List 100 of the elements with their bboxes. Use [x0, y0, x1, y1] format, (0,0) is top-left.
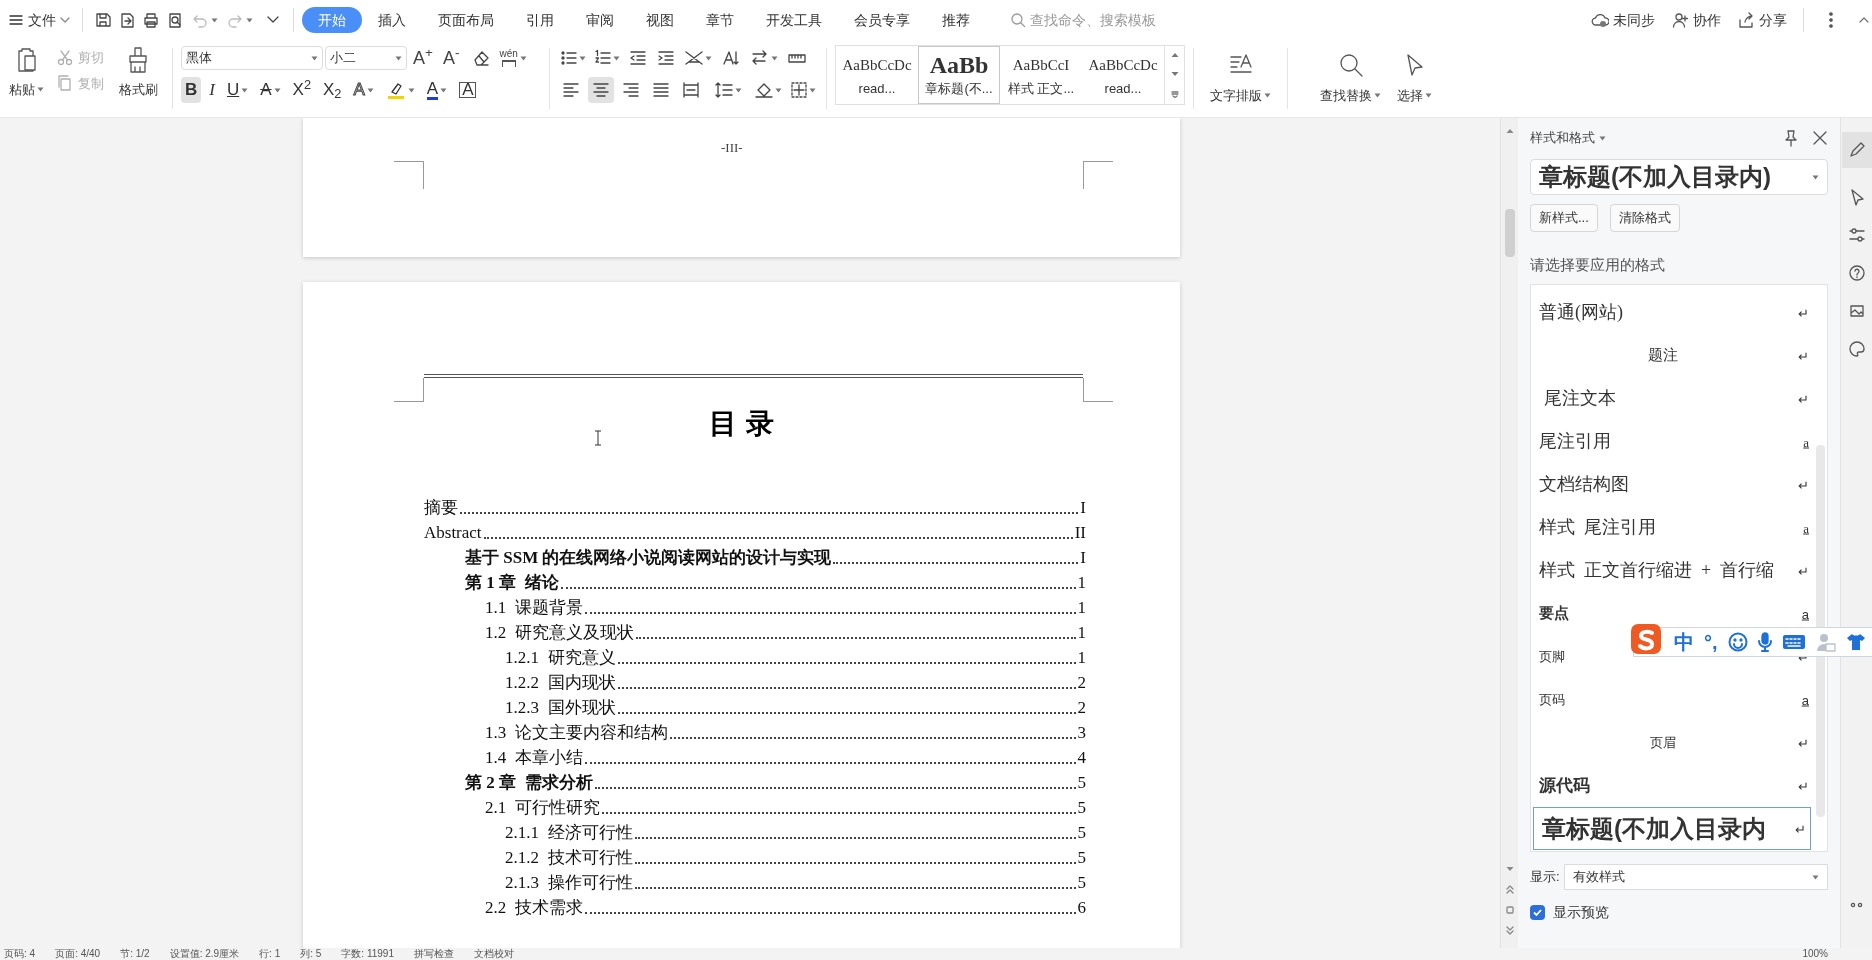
format-button[interactable]: X$^{2}$ [288, 77, 315, 103]
toolbar-button[interactable]: 未同步 [1591, 9, 1655, 31]
grow-font-button[interactable]: A$^{+}$ [409, 45, 437, 71]
close-icon[interactable] [1812, 130, 1828, 146]
sliders-icon[interactable] [1847, 226, 1866, 244]
phonetic-guide-button[interactable]: wén [497, 45, 529, 71]
panel-title-menu[interactable]: 样式和格式 [1530, 128, 1606, 148]
ribbon-button[interactable]: 查找替换 [1312, 40, 1389, 117]
palette-icon[interactable] [1847, 340, 1866, 358]
expand-gallery-icon[interactable] [1170, 89, 1179, 98]
style-list-item[interactable]: 尾注引用 a [1531, 420, 1813, 463]
more-vertical-icon[interactable] [1828, 11, 1834, 29]
toc-entry[interactable]: 1.4 本章小结 [485, 747, 583, 769]
ime-toolbar[interactable]: 中 °, [1633, 627, 1872, 657]
checkbox[interactable] [1530, 905, 1545, 920]
toolbar-button[interactable]: 协作 [1671, 9, 1721, 31]
ribbon-tab[interactable]: 推荐 [926, 7, 986, 33]
ribbon-tab[interactable]: 插入 [362, 7, 422, 33]
shirt-icon[interactable] [1845, 632, 1866, 652]
toc-entry[interactable]: 2.1.1 经济可行性 [505, 822, 633, 844]
toc-entry[interactable]: 2.1 可行性研究 [485, 797, 600, 819]
toc-entry[interactable]: 第 1 章 绪论 [465, 572, 559, 594]
gallery-icon[interactable] [1847, 302, 1866, 320]
style-list-item[interactable]: 源代码 ↵ [1531, 764, 1813, 807]
style-list-item[interactable]: 普通(网站) ↵ [1531, 291, 1813, 334]
font-size-dropdown[interactable]: 小二 [325, 46, 407, 70]
format-button[interactable]: B [181, 77, 202, 103]
search-field[interactable]: 查找命令、搜索模板 [1006, 6, 1194, 34]
keyboard-icon[interactable] [1781, 634, 1806, 650]
style-pane-button[interactable] [1841, 132, 1872, 168]
align-button[interactable] [588, 77, 614, 103]
ime-button[interactable]: 中 [1674, 632, 1694, 652]
panel-button[interactable]: 新样式... [1530, 204, 1598, 232]
style-preset[interactable]: AaBbCcDc read... [1082, 46, 1164, 104]
style-list-item[interactable]: 章标题(不加入目录内 ↵ [1533, 807, 1811, 850]
ribbon-tab[interactable]: 审阅 [570, 7, 630, 33]
ribbon-tab[interactable]: 章节 [690, 7, 750, 33]
scrollbar[interactable] [1816, 445, 1825, 817]
font-name-dropdown[interactable]: 黑体 [181, 46, 323, 70]
toc-entry[interactable]: 2.2 技术需求 [485, 897, 583, 919]
toc-entry[interactable]: 2.1.2 技术可行性 [505, 847, 633, 869]
ribbon-tab[interactable]: 引用 [510, 7, 570, 33]
ribbon-tab[interactable]: 会员专享 [838, 7, 926, 33]
toc-entry[interactable]: Abstract [424, 522, 482, 544]
browse-object-icon[interactable] [1505, 906, 1514, 914]
style-preset[interactable]: AaBbCcDc read... [836, 46, 918, 104]
display-dropdown[interactable]: 有效样式 [1563, 864, 1828, 890]
toc-entry[interactable]: 1.2.2 国内现状 [505, 672, 616, 694]
previous-page-icon[interactable] [1505, 884, 1514, 894]
paste-button[interactable]: 粘贴 [0, 44, 52, 100]
next-page-icon[interactable] [1505, 926, 1514, 936]
ime-button[interactable]: °, [1704, 632, 1718, 652]
style-list-item[interactable]: 题注 ↵ [1531, 334, 1813, 377]
help-icon[interactable] [1847, 264, 1866, 282]
zoom-level[interactable]: 100% [1802, 948, 1828, 960]
format-button[interactable]: A [349, 77, 378, 103]
scroll-thumb[interactable] [1504, 209, 1515, 257]
smiley-icon[interactable] [1727, 632, 1748, 652]
format-button[interactable]: I [205, 77, 219, 103]
toc-entry[interactable]: 2.1.3 操作可行性 [505, 872, 633, 894]
toc-entry[interactable]: 基于 SSM 的在线网络小说阅读网站的设计与实现 [465, 547, 832, 569]
toc-entry[interactable]: 第 2 章 需求分析 [465, 772, 593, 794]
style-list-item[interactable]: 样式 正文首行缩进 + 首行缩 ↵ [1531, 549, 1813, 592]
more-icon[interactable] [1848, 902, 1865, 908]
ribbon-tab[interactable]: 开发工具 [750, 7, 838, 33]
format-button[interactable]: A [422, 77, 452, 103]
toc-entry[interactable]: 摘要 [424, 497, 458, 519]
format-button[interactable]: A [256, 77, 285, 103]
ribbon-button[interactable]: 选择 [1389, 40, 1440, 117]
format-button[interactable]: U [222, 77, 253, 103]
toolbar-button[interactable]: 分享 [1737, 9, 1787, 31]
style-preset[interactable]: AaBbCcI 样式 正文... [1000, 46, 1082, 104]
ribbon-tab[interactable]: 页面布局 [422, 7, 510, 33]
scroll-down-icon[interactable] [1170, 71, 1179, 77]
style-list-item[interactable]: 尾注文本 ↵ [1531, 377, 1813, 420]
format-button[interactable]: A [455, 77, 481, 103]
scrollbar[interactable] [1500, 118, 1518, 948]
style-list-item[interactable]: 页码 a [1531, 678, 1813, 721]
microphone-icon[interactable] [1757, 632, 1772, 652]
style-preset[interactable]: AaBb 章标题(不... [918, 46, 1000, 104]
shrink-font-button[interactable]: A$^{-}$ [438, 45, 464, 71]
file-menu[interactable]: 文件 [4, 4, 74, 36]
format-painter-button[interactable]: 格式刷 [112, 44, 164, 100]
panel-button[interactable]: 清除格式 [1609, 204, 1680, 232]
ribbon-tab[interactable]: 视图 [630, 7, 690, 33]
toc-entry[interactable]: 1.2.1 研究意义 [505, 647, 616, 669]
toc-entry[interactable]: 1.3 论文主要内容和结构 [485, 722, 668, 744]
ime-logo-icon[interactable] [1630, 623, 1664, 657]
toc-entry[interactable]: 1.2 研究意义及现状 [485, 622, 634, 644]
scroll-down-icon[interactable] [1505, 866, 1514, 872]
scroll-up-icon[interactable] [1505, 128, 1514, 134]
scroll-up-icon[interactable] [1170, 52, 1179, 59]
toc-entry[interactable]: 1.2.3 国外现状 [505, 697, 616, 719]
style-dropdown[interactable]: 章标题(不加入目录内) [1530, 159, 1828, 195]
style-list-item[interactable]: 样式 尾注引用 a [1531, 506, 1813, 549]
style-list-item[interactable]: 文档结构图 ↵ [1531, 463, 1813, 506]
toc-entry[interactable]: 1.1 课题背景 [485, 597, 583, 619]
ribbon-button[interactable]: 文字排版 [1202, 40, 1279, 117]
format-button[interactable]: X$_{2}$ [319, 77, 346, 103]
style-list-item[interactable]: 页眉 ↵ [1531, 721, 1813, 764]
